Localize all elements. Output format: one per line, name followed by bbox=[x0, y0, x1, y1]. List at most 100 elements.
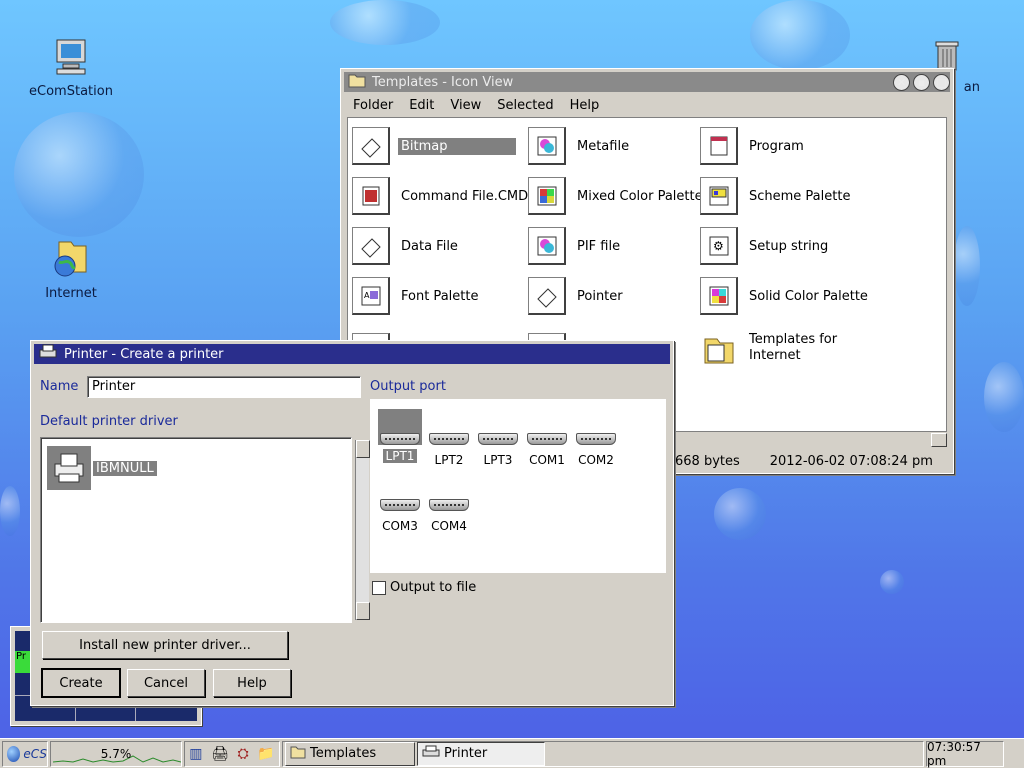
menu-selected[interactable]: Selected bbox=[489, 98, 561, 113]
desktop-icon-label: eComStation bbox=[29, 84, 113, 99]
task-templates[interactable]: Templates bbox=[285, 741, 415, 766]
start-label: eCS bbox=[23, 746, 47, 761]
templates-titlebar[interactable]: Templates - Icon View ✕ ▪ □ bbox=[344, 72, 950, 92]
data-file-icon bbox=[352, 227, 390, 265]
output-to-file-label: Output to file bbox=[390, 580, 477, 595]
template-label: Solid Color Palette bbox=[749, 288, 868, 304]
port-connector-icon bbox=[478, 433, 518, 445]
output-port-list[interactable]: LPT1 LPT2 LPT3 COM1 COM2 COM3 COM4 bbox=[370, 399, 666, 573]
template-label: Bitmap bbox=[398, 137, 516, 155]
task-label: Printer bbox=[444, 746, 488, 761]
font-palette-icon: A bbox=[352, 277, 390, 315]
template-item[interactable]: Solid Color Palette bbox=[700, 276, 871, 316]
port-label: COM2 bbox=[578, 453, 614, 467]
command-file-icon bbox=[352, 177, 390, 215]
task-label: Templates bbox=[310, 746, 377, 761]
taskbar: eCS 5.7% ▥ 🖨 ⛭ 📁 Templates Printer 07:30… bbox=[0, 738, 1024, 768]
scroll-right-button[interactable] bbox=[931, 433, 947, 447]
svg-text:⚙: ⚙ bbox=[713, 239, 724, 253]
template-item[interactable]: Command File.CMD bbox=[352, 176, 531, 216]
port-com4[interactable]: COM4 bbox=[427, 499, 471, 534]
cancel-button[interactable]: Cancel bbox=[127, 669, 205, 697]
template-item[interactable]: Metafile bbox=[528, 126, 632, 166]
port-connector-icon bbox=[380, 433, 420, 445]
desktop-icon-ecomstation[interactable]: eComStation bbox=[26, 36, 116, 99]
folder-icon bbox=[348, 72, 366, 92]
svg-text:A: A bbox=[364, 291, 370, 300]
start-button[interactable]: eCS bbox=[2, 740, 48, 767]
drives-icon[interactable]: 🖨 bbox=[211, 746, 229, 762]
window-list-icon[interactable]: ▥ bbox=[189, 746, 202, 762]
printer-icon bbox=[47, 446, 91, 490]
clock[interactable]: 07:30:57 pm bbox=[926, 739, 1004, 768]
shutdown-icon[interactable]: ⛭ bbox=[237, 746, 248, 762]
port-com2[interactable]: COM2 bbox=[574, 433, 618, 468]
template-label: Program bbox=[749, 138, 804, 154]
clock-time: 07:30:57 pm bbox=[927, 739, 981, 768]
menu-folder[interactable]: Folder bbox=[345, 98, 401, 113]
driver-item[interactable]: IBMNULL bbox=[47, 446, 157, 490]
menu-edit[interactable]: Edit bbox=[401, 98, 442, 113]
create-button[interactable]: Create bbox=[41, 668, 121, 698]
port-connector-icon bbox=[429, 499, 469, 511]
maximize-button[interactable]: □ bbox=[933, 73, 950, 91]
background-bubble bbox=[330, 0, 440, 45]
background-bubble bbox=[714, 488, 766, 540]
help-button[interactable]: Help bbox=[213, 669, 291, 697]
computer-icon bbox=[26, 36, 116, 80]
printer-icon bbox=[422, 745, 440, 763]
solid-color-palette-icon bbox=[700, 277, 738, 315]
cpu-load-meter[interactable]: 5.7% bbox=[50, 740, 182, 767]
template-item[interactable]: Data File bbox=[352, 226, 461, 266]
horizontal-scrollbar[interactable] bbox=[671, 431, 947, 447]
template-item[interactable]: Pointer bbox=[528, 276, 626, 316]
close-button[interactable]: ✕ bbox=[893, 73, 910, 91]
template-item[interactable]: Program bbox=[700, 126, 807, 166]
template-label: Font Palette bbox=[401, 288, 479, 304]
template-item[interactable]: PIF file bbox=[528, 226, 623, 266]
scroll-down-button[interactable] bbox=[356, 602, 370, 620]
ecs-logo-icon bbox=[7, 745, 21, 762]
background-bubble bbox=[750, 0, 850, 70]
port-com1[interactable]: COM1 bbox=[525, 433, 569, 468]
template-label: Pointer bbox=[577, 288, 623, 304]
setup-string-icon: ⚙ bbox=[700, 227, 738, 265]
default-driver-label: Default printer driver bbox=[40, 414, 178, 429]
port-lpt3[interactable]: LPT3 bbox=[476, 433, 520, 468]
install-driver-button[interactable]: Install new printer driver... bbox=[42, 631, 288, 659]
menu-help[interactable]: Help bbox=[562, 98, 608, 113]
output-to-file-checkbox[interactable] bbox=[372, 581, 386, 595]
minimize-button[interactable]: ▪ bbox=[913, 73, 930, 91]
template-item[interactable]: ⚙ Setup string bbox=[700, 226, 831, 266]
dialog-title: Printer - Create a printer bbox=[64, 346, 224, 362]
template-item[interactable]: Scheme Palette bbox=[700, 176, 853, 216]
template-item[interactable]: Bitmap bbox=[352, 126, 516, 166]
printer-titlebar[interactable]: Printer - Create a printer bbox=[34, 344, 670, 364]
status-bar: 668 bytes 2012-06-02 07:08:24 pm bbox=[675, 451, 947, 471]
template-item[interactable]: A Font Palette bbox=[352, 276, 481, 316]
template-item[interactable]: Mixed Color Palette bbox=[528, 176, 706, 216]
port-label: COM3 bbox=[382, 519, 418, 533]
background-bubble bbox=[880, 570, 904, 594]
template-item[interactable]: Templates for Internet bbox=[700, 326, 846, 370]
printer-name-input[interactable]: Printer bbox=[87, 376, 361, 398]
task-list: Templates Printer bbox=[282, 740, 924, 767]
driver-list-scrollbar[interactable] bbox=[355, 440, 370, 620]
program-icon bbox=[700, 127, 738, 165]
menu-view[interactable]: View bbox=[442, 98, 489, 113]
folder-icon[interactable]: 📁 bbox=[257, 746, 274, 762]
status-date: 2012-06-02 07:08:24 pm bbox=[769, 453, 933, 469]
printer-icon bbox=[38, 344, 58, 364]
printer-driver-list[interactable]: IBMNULL bbox=[40, 437, 370, 623]
printer-dialog[interactable]: Printer - Create a printer Name Printer … bbox=[30, 340, 674, 706]
port-com3[interactable]: COM3 bbox=[378, 499, 422, 534]
folder-icon bbox=[290, 745, 306, 763]
desktop-icon-internet[interactable]: Internet bbox=[26, 236, 116, 301]
port-lpt2[interactable]: LPT2 bbox=[427, 433, 471, 468]
driver-label: IBMNULL bbox=[93, 460, 157, 476]
port-connector-icon bbox=[429, 433, 469, 445]
port-label: COM1 bbox=[529, 453, 565, 467]
scroll-up-button[interactable] bbox=[356, 440, 370, 458]
task-printer[interactable]: Printer bbox=[417, 741, 545, 766]
port-lpt1[interactable]: LPT1 bbox=[378, 409, 422, 464]
